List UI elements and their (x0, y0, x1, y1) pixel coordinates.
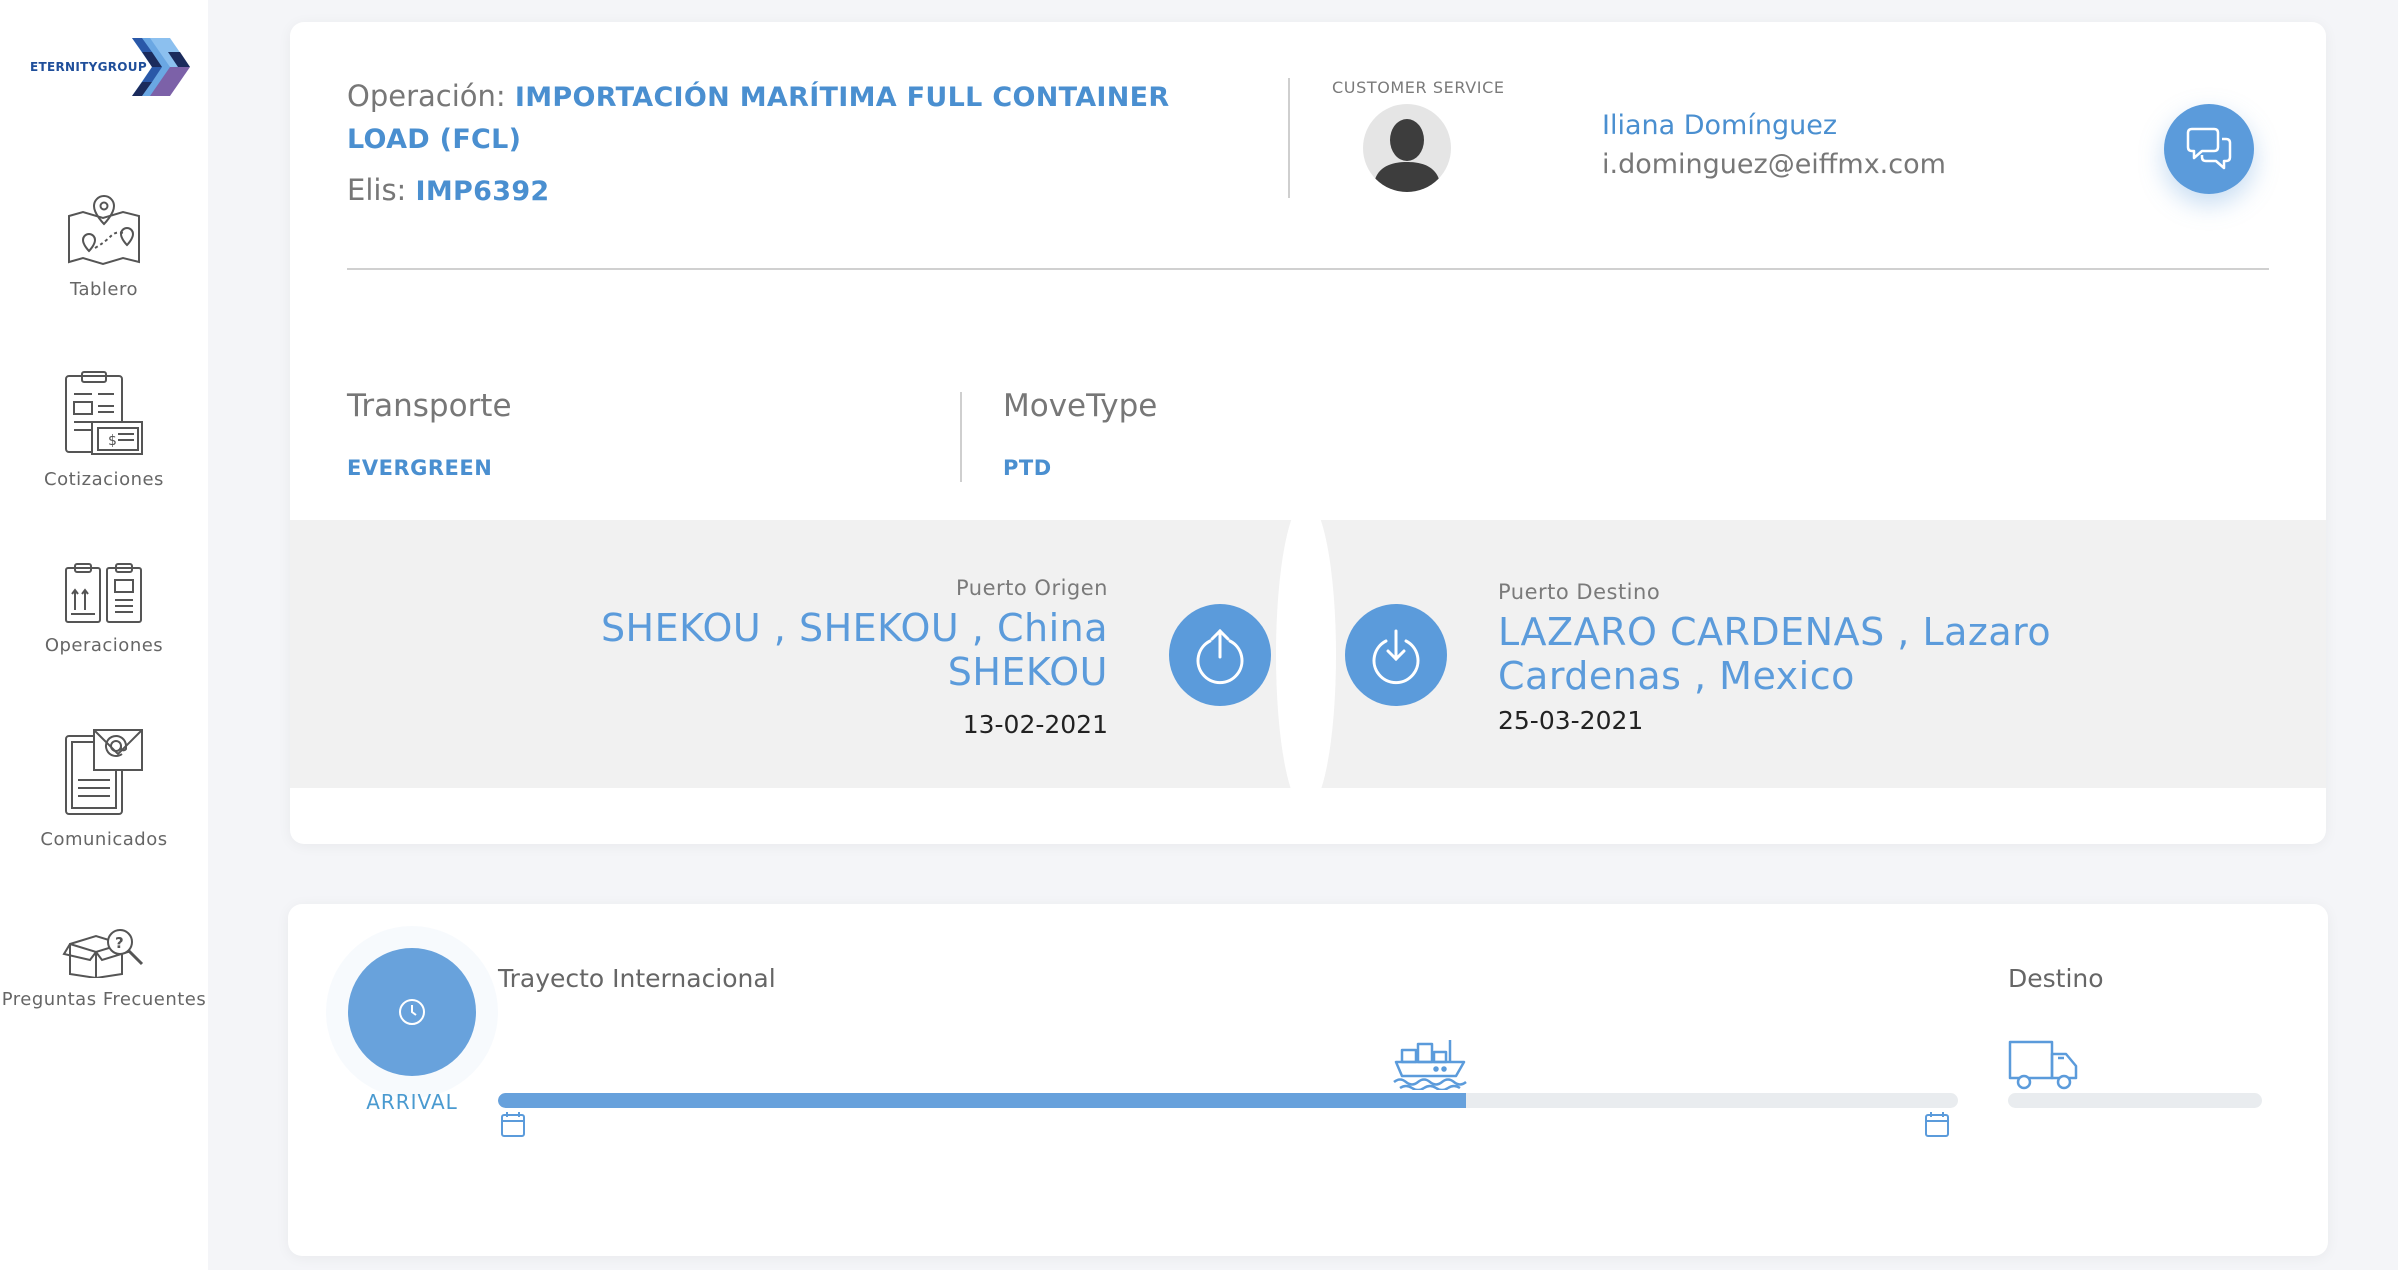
sidebar-item-comunicados[interactable]: Comunicados (0, 726, 208, 852)
band-separator (1276, 500, 1336, 810)
customer-service-email[interactable]: i.dominguez@eiffmx.com (1602, 149, 1946, 180)
upload-power-icon (1196, 628, 1244, 685)
status-label: ARRIVAL (366, 1090, 458, 1114)
mail-document-icon (65, 729, 143, 815)
section-divider (347, 268, 2269, 270)
elis-label: Elis: (347, 173, 407, 207)
sidebar-item-label: Cotizaciones (44, 469, 164, 490)
info-divider (960, 392, 962, 482)
destination-port-label: Puerto Destino (1498, 580, 1661, 604)
sidebar-item-preguntas-frecuentes[interactable]: ? Preguntas Frecuentes (0, 928, 208, 1012)
download-power-icon (1372, 629, 1420, 685)
destination-port-button[interactable] (1345, 604, 1447, 706)
customer-service-label: CUSTOMER SERVICE (1332, 78, 1505, 97)
sidebar-item-label: Preguntas Frecuentes (1, 989, 207, 1010)
operation-label: Operación: (347, 79, 506, 113)
ship-icon (1393, 1040, 1467, 1090)
origin-port-label: Puerto Origen (956, 576, 1108, 600)
sidebar-item-operaciones[interactable]: Operaciones (0, 562, 208, 658)
clock-icon (399, 999, 425, 1025)
header-divider (1288, 78, 1290, 198)
movetype-title: MoveType (1003, 388, 1158, 424)
origin-date: 13-02-2021 (962, 710, 1108, 739)
operation-type: Operación: IMPORTACIÓN MARÍTIMA FULL CON… (347, 76, 1247, 160)
person-silhouette-icon (1373, 119, 1441, 192)
ports-band: Puerto Origen SHEKOU , SHEKOU , China SH… (290, 500, 2326, 810)
brand-logo[interactable]: ETERNITYGROUP (30, 36, 190, 98)
sidebar-item-label: Operaciones (44, 635, 164, 656)
sidebar-item-label: Comunicados (40, 829, 168, 850)
sidebar-item-cotizaciones[interactable]: $ Cotizaciones (0, 370, 208, 492)
elis-reference: Elis: IMP6392 (347, 170, 550, 212)
map-pins-icon (68, 194, 140, 266)
origin-port-button[interactable] (1169, 604, 1271, 706)
svg-text:?: ? (115, 934, 124, 952)
destination-port-line1: LAZARO CARDENAS , Lazaro (1498, 610, 2052, 654)
transport-title: Transporte (347, 388, 512, 424)
destination-stage-title: Destino (2008, 964, 2104, 993)
faq-box-icon: ? (62, 929, 144, 978)
chat-bubbles-icon (2186, 127, 2232, 170)
avatar (1363, 104, 1451, 192)
origin-port-line1: SHEKOU , SHEKOU , China (600, 606, 1108, 650)
elis-value: IMP6392 (415, 176, 550, 207)
destination-progress-track (2008, 1093, 2262, 1108)
destination-port-line2: Cardenas , Mexico (1498, 654, 1855, 698)
clipboards-icon (65, 563, 142, 623)
international-stage-title: Trayecto Internacional (498, 964, 776, 993)
operation-card: Operación: IMPORTACIÓN MARÍTIMA FULL CON… (290, 22, 2326, 844)
international-progress-track (498, 1093, 1958, 1108)
truck-icon (2008, 1040, 2078, 1090)
status-circle (348, 948, 476, 1076)
international-progress-fill (498, 1093, 1466, 1108)
customer-service-name: Iliana Domínguez (1602, 110, 1838, 141)
sidebar-item-label: Tablero (69, 279, 139, 300)
sidebar-item-tablero[interactable]: Tablero (0, 192, 208, 302)
svg-text:$: $ (108, 433, 117, 449)
transport-value: EVERGREEN (347, 456, 493, 480)
origin-port-line2: SHEKOU (947, 650, 1108, 694)
movetype-value: PTD (1003, 456, 1052, 480)
tracking-card: ARRIVAL Trayecto Internacional Destino (288, 904, 2328, 1256)
calendar-end-icon[interactable] (1924, 1110, 1950, 1138)
destination-date: 25-03-2021 (1498, 706, 1644, 735)
quotation-icon: $ (65, 371, 143, 455)
logo-arrow-icon (132, 38, 190, 96)
calendar-start-icon[interactable] (500, 1110, 526, 1138)
sidebar: ETERNITYGROUP Tablero $ Cotizaciones Ope… (0, 0, 208, 1270)
chat-button[interactable] (2164, 104, 2254, 194)
